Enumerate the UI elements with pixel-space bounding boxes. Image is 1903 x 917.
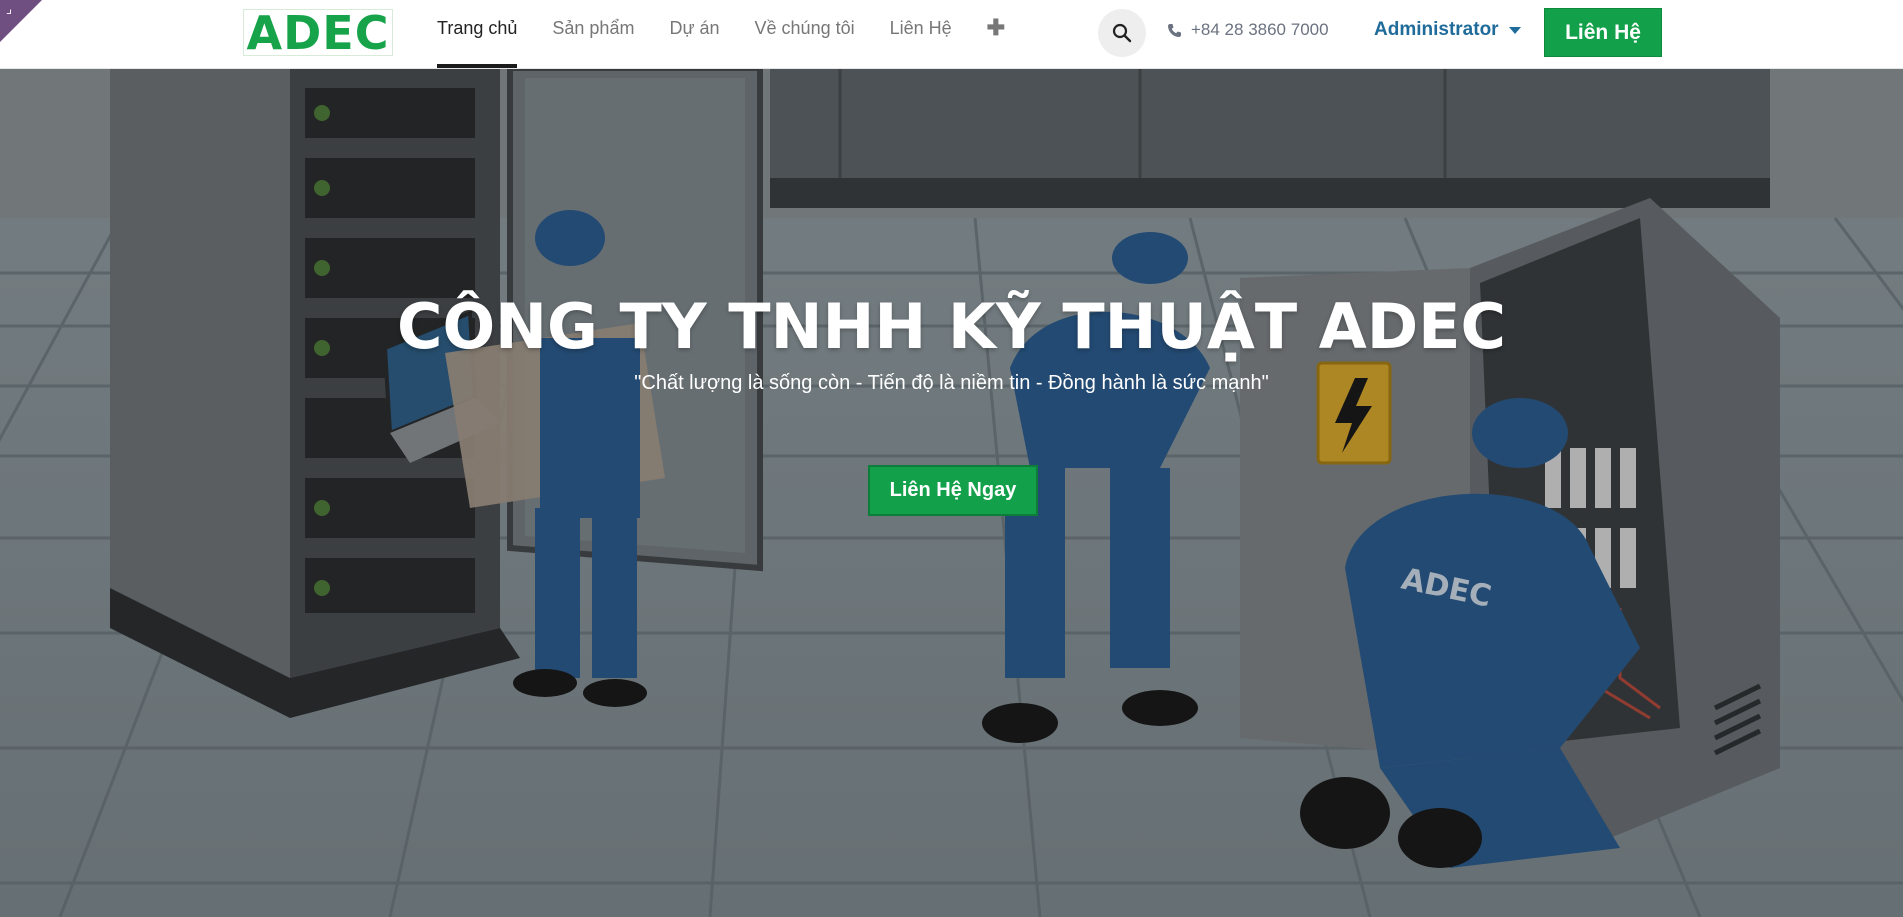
corner-icon[interactable]: ⌟ — [6, 3, 12, 16]
nav-item-contact[interactable]: Liên Hệ — [890, 0, 952, 68]
contact-now-button[interactable]: Liên Hệ Ngay — [868, 465, 1038, 516]
hero-banner: ADEC CÔNG TY TNHH KỸ THUẬT ADEC "Chất lư… — [0, 68, 1903, 917]
nav-item-products[interactable]: Sản phẩm — [552, 0, 634, 68]
caret-down-icon — [1508, 26, 1521, 34]
contact-button[interactable]: Liên Hệ — [1544, 8, 1662, 57]
hero-subtitle: "Chất lượng là sống còn - Tiến độ là niề… — [634, 372, 1269, 394]
hero-title: CÔNG TY TNHH KỸ THUẬT ADEC — [396, 290, 1507, 363]
nav-item-about[interactable]: Về chúng tôi — [755, 0, 855, 68]
user-menu[interactable]: Administrator — [1374, 19, 1521, 41]
site-header: ⌟ ADEC Trang chủ Sản phẩm Dự án Về chúng… — [0, 0, 1903, 69]
site-logo[interactable]: ADEC — [243, 9, 393, 56]
phone-link[interactable]: +84 28 3860 7000 — [1167, 20, 1329, 40]
phone-number: +84 28 3860 7000 — [1191, 20, 1329, 39]
user-name: Administrator — [1374, 19, 1499, 40]
search-icon — [1112, 23, 1132, 43]
main-nav: Trang chủ Sản phẩm Dự án Về chúng tôi Li… — [437, 0, 1040, 68]
search-button[interactable] — [1098, 9, 1146, 57]
phone-icon — [1167, 23, 1181, 38]
nav-item-projects[interactable]: Dự án — [669, 0, 719, 68]
nav-item-home[interactable]: Trang chủ — [437, 0, 518, 68]
add-menu-icon[interactable]: ✚ — [987, 0, 1005, 68]
